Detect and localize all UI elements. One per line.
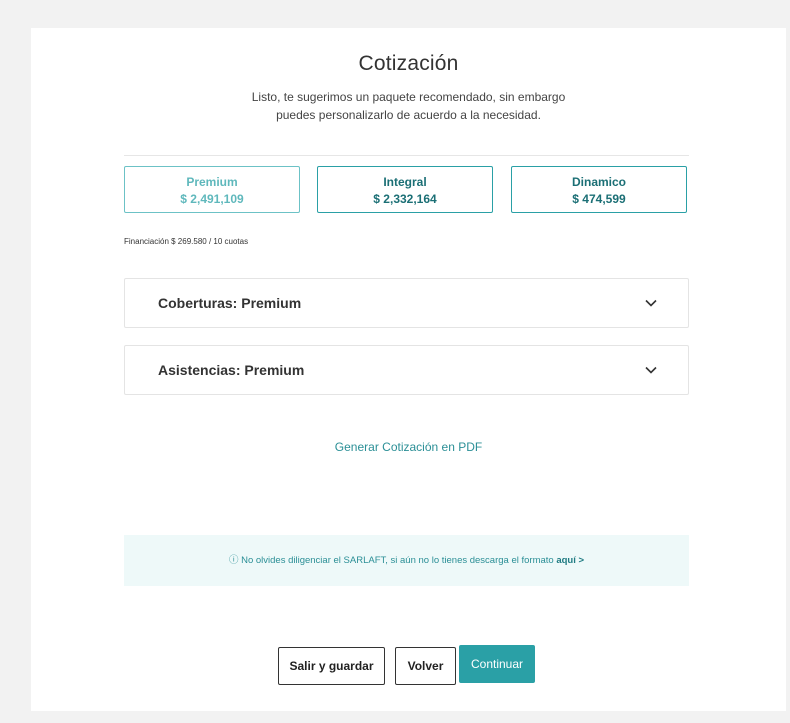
plan-name: Premium	[186, 175, 238, 189]
accordion-coberturas[interactable]: Coberturas: Premium	[124, 278, 689, 328]
accordion-label: Coberturas: Premium	[158, 295, 302, 311]
plan-card-dinamico[interactable]: Dinamico $ 474,599	[511, 166, 687, 213]
plan-name: Dinamico	[571, 175, 626, 189]
accordion-asistencias[interactable]: Asistencias: Premium	[124, 345, 689, 395]
page-title: Cotización	[358, 52, 459, 75]
sarlaft-notice: ⓘ No olvides diligenciar el SARLAFT, si …	[124, 535, 689, 586]
plan-price: $ 2,491,109	[180, 192, 244, 206]
plan-card-premium[interactable]: Premium $ 2,491,109	[124, 166, 300, 213]
plan-price: $ 474,599	[572, 192, 626, 206]
download-link[interactable]: aquí >	[556, 555, 584, 566]
financing-text: Financiación $ 269.580 / 10 cuotas	[124, 237, 249, 246]
quote-panel: Cotización Listo, te sugerimos un paquet…	[31, 28, 786, 711]
plan-name: Integral	[383, 175, 427, 189]
page-subtitle: Listo, te sugerimos un paquete recomenda…	[31, 88, 786, 124]
chevron-down-icon	[645, 299, 657, 307]
accordion-label: Asistencias: Premium	[158, 362, 305, 378]
continue-button[interactable]: Continuar	[459, 645, 535, 683]
notice-text: No olvides diligenciar el SARLAFT, si aú…	[241, 555, 554, 566]
back-button[interactable]: Volver	[395, 647, 456, 685]
subtitle-line-2: puedes personalizarlo de acuerdo a la ne…	[276, 108, 541, 122]
plan-card-integral[interactable]: Integral $ 2,332,164	[317, 166, 493, 213]
divider	[124, 155, 689, 156]
save-and-exit-button[interactable]: Salir y guardar	[278, 647, 385, 685]
info-icon: ⓘ	[228, 555, 239, 566]
plan-price: $ 2,332,164	[373, 192, 437, 206]
generate-pdf-link[interactable]: Generar Cotización en PDF	[31, 440, 786, 454]
chevron-down-icon	[645, 366, 657, 374]
subtitle-line-1: Listo, te sugerimos un paquete recomenda…	[251, 90, 566, 104]
